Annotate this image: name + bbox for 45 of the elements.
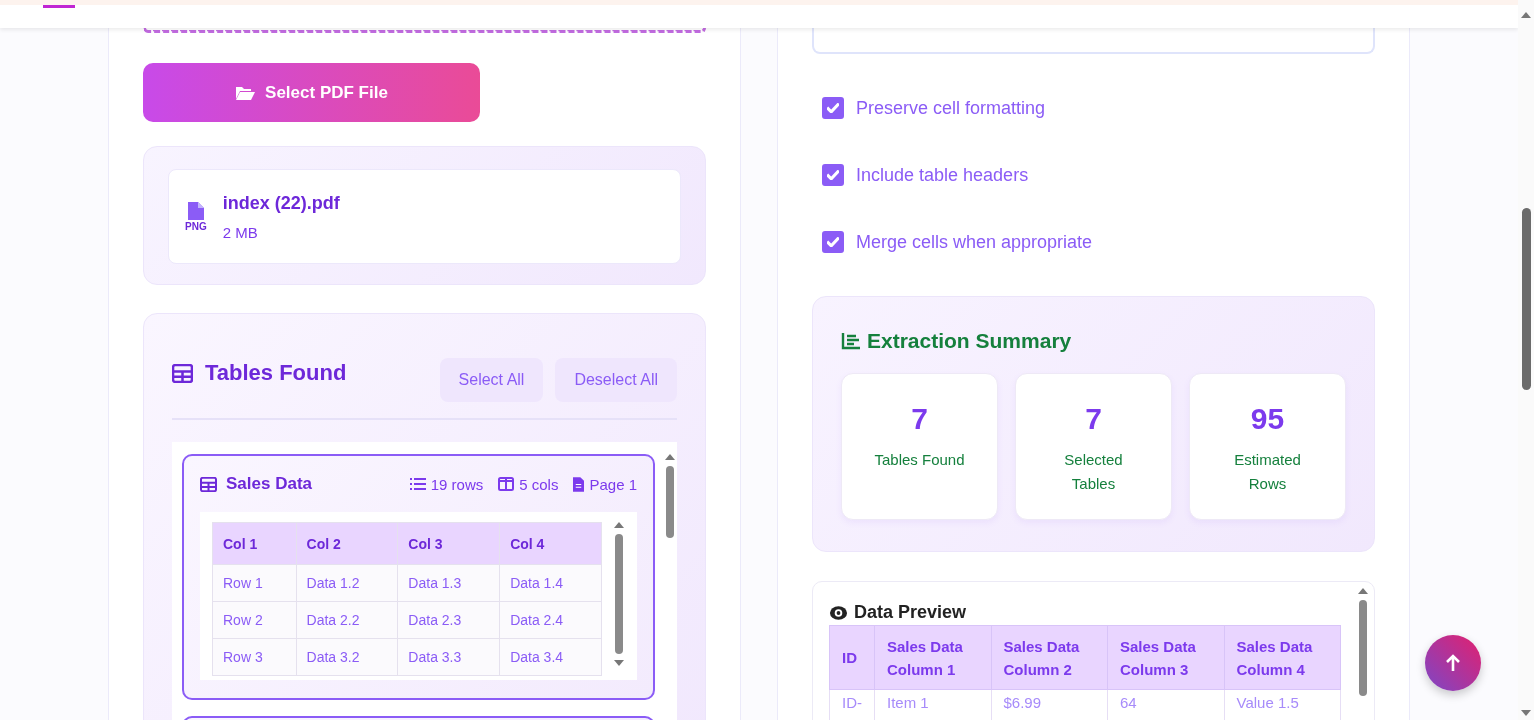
option-label: Include table headers bbox=[856, 164, 1029, 186]
stat-label: Tables Found bbox=[873, 450, 966, 470]
table-cell: ID- bbox=[829, 689, 875, 720]
option-label: Preserve cell formatting bbox=[856, 97, 1046, 119]
table-cell: Data 2.4 bbox=[499, 601, 602, 639]
column-header: Col 2 bbox=[296, 522, 398, 565]
column-header: Sales Data Column 4 bbox=[1224, 625, 1341, 690]
file-type-label: PNG bbox=[185, 220, 207, 232]
file-name: index (22).pdf bbox=[222, 192, 340, 214]
section-title: Tables Found bbox=[205, 360, 347, 386]
stat-value: 95 bbox=[1250, 402, 1285, 436]
table-cell: Data 2.3 bbox=[397, 601, 500, 639]
column-header: Sales Data Column 1 bbox=[874, 625, 991, 690]
stat-value: 7 bbox=[1085, 402, 1102, 436]
table-cell: Data 1.4 bbox=[499, 564, 602, 602]
table-cell: Data 3.4 bbox=[499, 638, 602, 676]
select-all-button[interactable]: Select All bbox=[439, 358, 544, 402]
select-file-button[interactable]: Select PDF File bbox=[143, 63, 480, 122]
summary-title: Extraction Summary bbox=[867, 329, 1072, 353]
table-cell: Data 1.3 bbox=[397, 564, 500, 602]
table-cell: Data 2.2 bbox=[296, 601, 398, 639]
table-title: Sales Data bbox=[226, 474, 312, 494]
column-header: Col 3 bbox=[397, 522, 500, 565]
table-cell: Row 1 bbox=[212, 564, 297, 602]
stat-value: 7 bbox=[911, 402, 928, 436]
column-header: Col 4 bbox=[499, 522, 602, 565]
option-label: Merge cells when appropriate bbox=[856, 231, 1093, 253]
column-header: Col 1 bbox=[212, 522, 297, 565]
table-cell: Data 1.2 bbox=[296, 564, 398, 602]
page-number: Page 1 bbox=[589, 475, 637, 493]
deselect-all-button[interactable]: Deselect All bbox=[555, 358, 677, 402]
column-header: ID bbox=[829, 625, 875, 690]
column-header: Sales Data Column 2 bbox=[991, 625, 1108, 690]
file-size: 2 MB bbox=[222, 223, 259, 241]
table-cell: Row 3 bbox=[212, 638, 297, 676]
column-header: Sales Data Column 3 bbox=[1107, 625, 1224, 690]
table-cell: Row 2 bbox=[212, 601, 297, 639]
column-count: 5 cols bbox=[519, 475, 559, 493]
table-cell: Data 3.3 bbox=[397, 638, 500, 676]
table-card[interactable]: Sales Data 19 rows 5 cols Page 1 Col 1 Col 2 Col 3 Col 4 Row 1 Data 1.2 Data 1.3 Data 1.4 Row 2 Data 2.2 Data 2.3 Data 2.4 Row 3 Data 3.2 Data 3.3 Data 3.4 bbox=[182, 454, 655, 700]
preview-title: Data Preview bbox=[854, 602, 967, 623]
stat-label: Selected Tables bbox=[1063, 450, 1124, 494]
row-count: 19 rows bbox=[430, 475, 484, 493]
table-cell: Data 3.2 bbox=[296, 638, 398, 676]
stat-label: Estimated Rows bbox=[1233, 450, 1302, 494]
